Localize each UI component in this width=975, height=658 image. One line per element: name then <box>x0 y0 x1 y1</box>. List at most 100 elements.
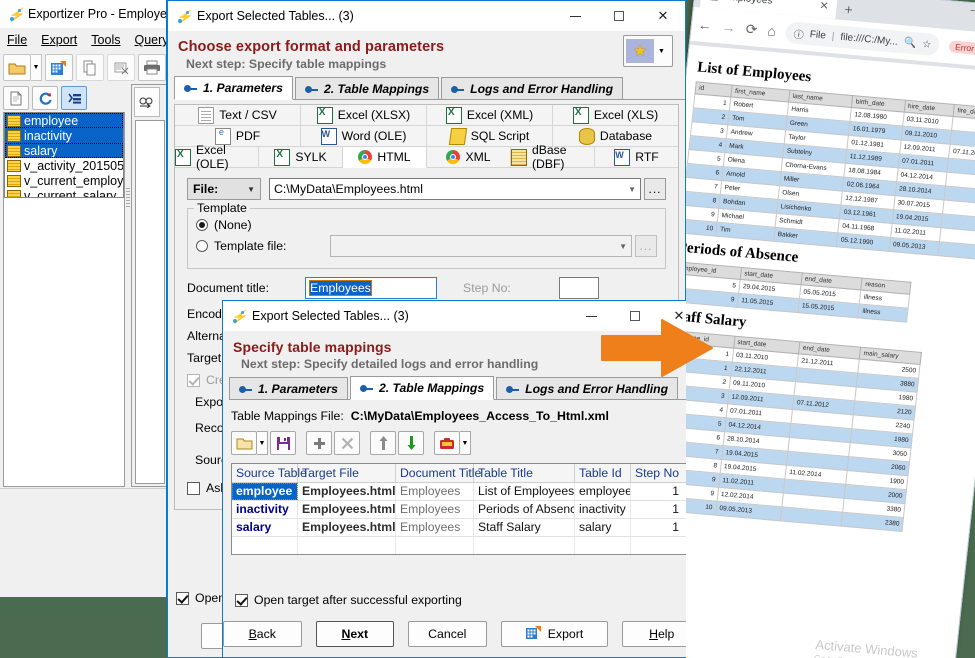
page-icon[interactable] <box>3 86 29 110</box>
col-step-no[interactable]: Step No <box>631 464 683 482</box>
file-type-button[interactable]: File: ▼ <box>187 178 261 200</box>
address-bar[interactable]: ⓘ File | file:///C:/My... 🔍 ☆ <box>784 21 941 57</box>
format-excel-xlsx[interactable]: Excel (XLSX) <box>301 105 427 126</box>
export-button[interactable]: Export <box>500 621 609 647</box>
refresh-icon[interactable] <box>32 86 58 110</box>
template-none-option[interactable]: (None) <box>196 218 657 232</box>
script-icon[interactable] <box>107 54 135 81</box>
open-target-row[interactable]: Open target after successful exporting <box>235 593 462 607</box>
document-title-input[interactable]: Employees <box>305 277 437 299</box>
tree-item-employee[interactable]: employee <box>5 113 123 128</box>
tab-parameters[interactable]: 1. Parameters <box>229 377 348 399</box>
tree-item-salary[interactable]: salary <box>5 143 123 158</box>
splitter-handle[interactable] <box>126 188 130 208</box>
move-up-icon[interactable] <box>370 431 396 455</box>
cell-source-table[interactable]: inactivity <box>232 501 298 518</box>
cell-document-title[interactable]: Employees <box>396 483 474 500</box>
mappings-grid[interactable]: Source Table Target File Document Title … <box>231 463 693 555</box>
format-excel-ole[interactable]: Excel (OLE) <box>175 143 259 171</box>
tab-table-mappings[interactable]: 2. Table Mappings <box>294 77 440 99</box>
close-icon[interactable]: ✕ <box>641 1 685 31</box>
format-sylk[interactable]: SYLK <box>259 147 343 168</box>
tree-item-v-activity[interactable]: v_activity_201505 <box>5 158 123 173</box>
table-row-empty[interactable] <box>232 537 692 554</box>
open-mappings-dropdown-icon[interactable]: ▼ <box>257 431 268 455</box>
favorites-button[interactable]: ★ ▼ <box>623 35 673 67</box>
home-icon[interactable]: ⌂ <box>767 22 777 39</box>
col-table-id[interactable]: Table Id <box>575 464 631 482</box>
tab-table-mappings[interactable]: 2. Table Mappings <box>349 376 495 400</box>
delete-row-icon[interactable] <box>334 431 360 455</box>
cell-table-id[interactable]: employee <box>575 483 631 500</box>
cell-target-file[interactable]: Employees.html <box>298 501 396 518</box>
close-tab-icon[interactable]: ✕ <box>819 0 830 13</box>
menu-query[interactable]: Query <box>127 31 166 49</box>
table-row[interactable]: inactivity Employees.html Employees Peri… <box>232 501 692 519</box>
template-file-input[interactable]: ▼ <box>330 235 632 257</box>
new-tab-icon[interactable]: + <box>844 1 854 18</box>
cell-table-title[interactable]: Staff Salary <box>474 519 575 536</box>
tree-item-v-current-salary[interactable]: v_current_salary <box>5 188 123 197</box>
back-icon[interactable]: ← <box>697 16 713 33</box>
format-text-csv[interactable]: Text / CSV <box>175 105 301 126</box>
tools-dropdown-icon[interactable]: ▼ <box>460 431 471 455</box>
error-badge[interactable]: Error 3 <box>948 40 975 57</box>
open-dropdown-icon[interactable]: ▼ <box>31 54 42 81</box>
next-button[interactable]: Next <box>315 621 395 647</box>
cell-document-title[interactable]: Employees <box>396 501 474 518</box>
cell-table-title[interactable]: Periods of Absence <box>474 501 575 518</box>
col-table-title[interactable]: Table Title <box>474 464 575 482</box>
cell-source-table[interactable]: salary <box>232 519 298 536</box>
save-mappings-icon[interactable] <box>270 431 296 455</box>
bookmark-icon[interactable]: ☆ <box>922 38 932 50</box>
cancel-button[interactable]: Cancel <box>408 621 487 647</box>
export-icon[interactable] <box>45 54 73 81</box>
forward-icon[interactable]: → <box>721 18 737 35</box>
cell-step-no[interactable]: 1 <box>631 501 683 518</box>
step-no-input[interactable] <box>559 277 599 299</box>
zoom-icon[interactable]: 🔍 <box>903 37 917 49</box>
file-path-input[interactable]: C:\MyData\Employees.html ▼ <box>269 178 641 200</box>
template-file-option[interactable]: Template file: ▼ ... <box>196 235 657 257</box>
tables-tree[interactable]: employee inactivity salary v_activity_20… <box>4 112 124 198</box>
format-dbase-dbf[interactable]: dBase (DBF) <box>511 143 595 171</box>
cell-target-file[interactable]: Employees.html <box>298 519 396 536</box>
browse-file-button[interactable]: ... <box>644 178 666 200</box>
minimize-button[interactable] <box>553 1 597 31</box>
open-mappings-icon[interactable] <box>231 431 257 455</box>
tools-icon[interactable] <box>434 431 460 455</box>
format-excel-xml[interactable]: Excel (XML) <box>427 105 553 126</box>
cell-step-no[interactable]: 1 <box>631 519 683 536</box>
cell-step-no[interactable]: 1 <box>631 483 683 500</box>
format-word-ole[interactable]: Word (OLE) <box>301 126 427 147</box>
menu-export[interactable]: Export <box>34 31 84 49</box>
tab-logs-and-errors[interactable]: Logs and Error Handling <box>441 77 624 99</box>
maximize-button[interactable] <box>597 1 641 31</box>
col-target-file[interactable]: Target File <box>298 464 396 482</box>
print-icon[interactable] <box>138 54 166 81</box>
col-source-table[interactable]: Source Table <box>232 464 307 482</box>
cell-target-file[interactable]: Employees.html <box>298 483 396 500</box>
tab-logs-and-errors[interactable]: Logs and Error Handling <box>496 377 679 399</box>
move-down-icon[interactable] <box>398 431 424 455</box>
tree-item-v-current-employee[interactable]: v_current_employee <box>5 173 123 188</box>
reload-icon[interactable]: ⟳ <box>745 20 758 38</box>
cell-table-title[interactable]: List of Employees <box>474 483 575 500</box>
table-row[interactable]: employee Employees.html Employees List o… <box>232 483 692 501</box>
open-icon[interactable] <box>3 54 31 81</box>
format-rtf[interactable]: RTF <box>595 147 678 168</box>
table-row[interactable]: salary Employees.html Employees Staff Sa… <box>232 519 692 537</box>
col-document-title[interactable]: Document Title <box>396 464 481 482</box>
menu-file[interactable]: File <box>0 31 34 49</box>
find-icon[interactable] <box>134 87 160 117</box>
cell-document-title[interactable]: Employees <box>396 519 474 536</box>
fields-icon[interactable] <box>61 86 87 110</box>
tab-parameters[interactable]: 1. Parameters <box>174 76 293 100</box>
cell-table-id[interactable]: salary <box>575 519 631 536</box>
minimize-button[interactable]: – <box>970 5 975 16</box>
format-xml[interactable]: XML <box>427 147 511 168</box>
cell-table-id[interactable]: inactivity <box>575 501 631 518</box>
browse-template-button[interactable]: ... <box>635 235 657 257</box>
chevron-down-icon[interactable]: ▼ <box>658 48 665 55</box>
back-button[interactable]: Back <box>223 621 302 647</box>
